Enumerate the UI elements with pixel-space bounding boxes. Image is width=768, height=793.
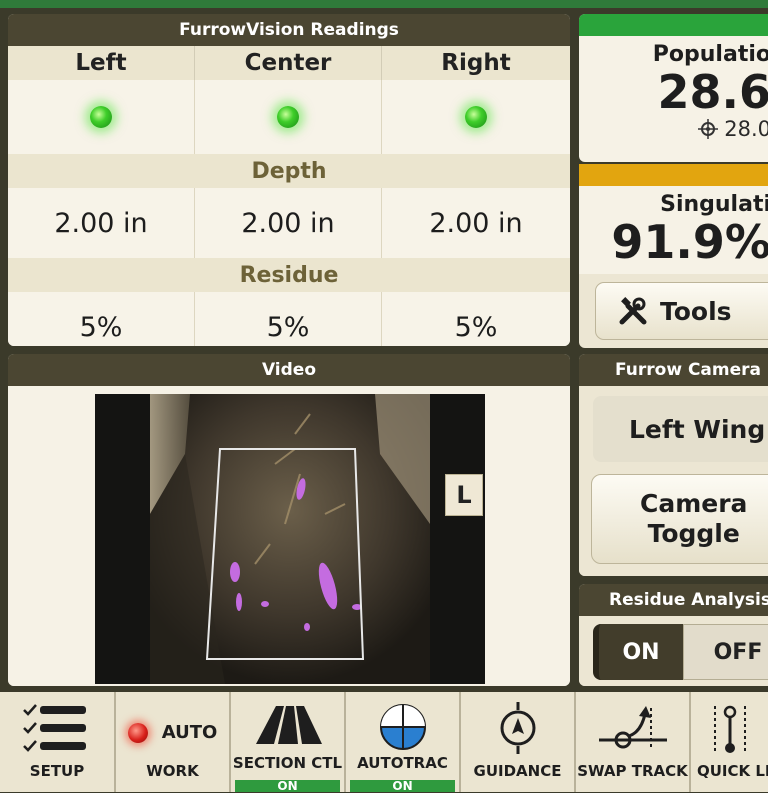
residue-on-toggle[interactable]: ON [593,624,683,680]
target-crosshair-icon [697,119,718,139]
population-label: Populatio [652,42,768,67]
population-value: 28.6 [657,65,768,119]
tools-area: Tools [579,274,768,348]
residue-left: 5% [8,292,195,346]
section-ctl-label: SECTION CTL [232,754,343,772]
furrowvision-panel: FurrowVision Readings Left Center Right … [8,14,570,346]
center-status-led-icon [277,106,299,128]
depth-center: 2.00 in [195,188,382,258]
guidance-label: GUIDANCE [473,762,562,780]
top-status-strip [0,0,768,8]
singulation-label: Singulati [660,192,768,217]
setup-checklist-icon [23,704,86,752]
depth-right: 2.00 in [382,188,570,258]
autotrac-label: AUTOTRAC [357,754,448,772]
singulation-status-bar [579,164,768,186]
residue-analysis-panel: Residue Analysis ON OFF [579,584,768,686]
singulation-value: 91.9% [611,215,768,269]
column-right: Right [382,46,570,80]
autotrac-steering-icon [379,704,426,750]
autotrac-status: ON [350,780,455,792]
residue-right: 5% [382,292,570,346]
furrowvision-title: FurrowVision Readings [8,14,570,46]
depth-row: 2.00 in 2.00 in 2.00 in [8,188,570,258]
population-target: 28.0 [579,117,768,141]
camera-wing-badge: L [445,474,483,516]
camera-toggle-label-2: Toggle [647,519,740,548]
swap-track-button[interactable]: SWAP TRACK [576,692,691,792]
section-ctl-status: ON [235,780,340,792]
guidance-compass-icon [500,702,535,754]
right-status-led-icon [465,106,487,128]
quick-link-icon [713,705,746,753]
auto-label: AUTO [161,722,218,743]
work-button[interactable]: AUTO WORK [116,692,231,792]
video-panel: Video L [8,354,570,686]
residue-analysis-title: Residue Analysis [579,584,768,616]
tools-button-label: Tools [660,296,732,326]
tools-wrench-icon [619,297,647,325]
work-label: WORK [146,762,199,780]
left-status-led-icon [90,106,112,128]
bottom-shortcut-bar: SETUP AUTO WORK SECTION CTL ON AUTOTRAC … [0,692,768,792]
column-headers: Left Center Right [8,46,570,80]
work-status-led-icon [127,722,148,743]
column-center: Center [195,46,382,80]
residue-off-toggle[interactable]: OFF [683,624,768,680]
tools-button[interactable]: Tools [595,282,768,340]
residue-row: 5% 5% 5% [8,292,570,346]
camera-wing-name: Left Wing [593,396,768,462]
furrow-camera-title: Furrow Camera [579,354,768,386]
depth-left: 2.00 in [8,188,195,258]
swap-track-label: SWAP TRACK [577,762,688,780]
guidance-button[interactable]: GUIDANCE [461,692,576,792]
residue-center: 5% [195,292,382,346]
furrow-video-image [95,394,485,684]
section-ctl-button[interactable]: SECTION CTL ON [231,692,346,792]
depth-label: Depth [8,154,570,188]
column-left: Left [8,46,195,80]
setup-button[interactable]: SETUP [0,692,116,792]
quick-link-button[interactable]: QUICK LI [691,692,768,792]
population-panel[interactable]: Populatio 28.6 28.0 [579,14,768,162]
quick-link-label: QUICK LI [697,762,768,780]
singulation-panel[interactable]: Singulati 91.9% [579,164,768,274]
video-title: Video [8,354,570,386]
camera-toggle-label-1: Camera [640,489,748,518]
population-status-bar [579,14,768,36]
indicator-row [8,80,570,154]
furrow-camera-panel: Furrow Camera Left Wing Camera Toggle [579,354,768,576]
camera-toggle-button[interactable]: Camera Toggle [591,474,768,564]
population-target-value: 28.0 [724,117,768,141]
autotrac-button[interactable]: AUTOTRAC ON [346,692,461,792]
swap-track-icon [598,706,667,750]
setup-label: SETUP [29,762,85,780]
section-control-icon [255,706,322,744]
furrow-video-feed [95,394,485,684]
residue-label: Residue [8,258,570,292]
